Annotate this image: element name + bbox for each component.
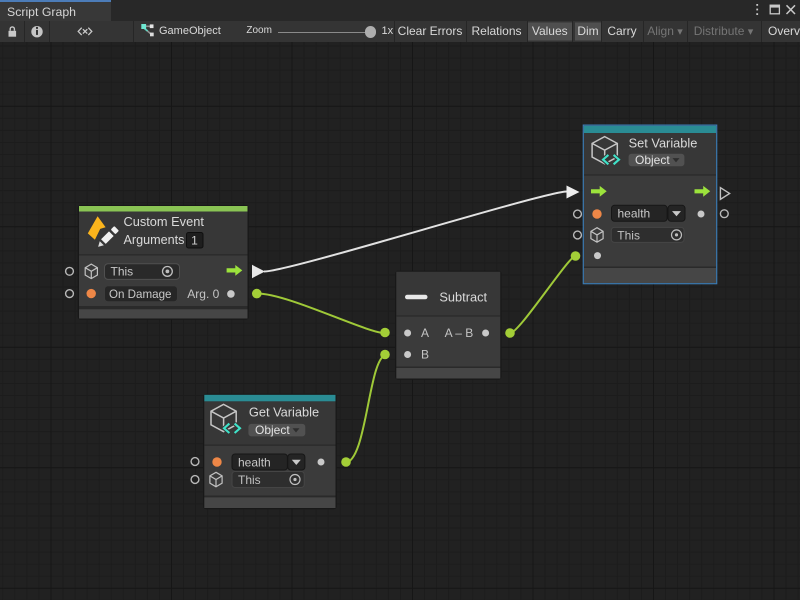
svg-text:This: This [617, 228, 640, 242]
svg-text:On Damage: On Damage [109, 288, 172, 301]
svg-text:This: This [111, 265, 134, 279]
svg-text:Object: Object [255, 423, 290, 437]
svg-text:Arguments: Arguments [124, 233, 185, 247]
svg-text:A – B: A – B [445, 326, 474, 340]
svg-text:This: This [238, 473, 261, 487]
svg-text:B: B [421, 348, 429, 362]
svg-text:Subtract: Subtract [439, 290, 487, 305]
svg-text:health: health [238, 455, 271, 469]
svg-text:Custom Event: Custom Event [124, 214, 205, 229]
svg-text:A: A [421, 326, 429, 340]
svg-text:health: health [618, 207, 651, 221]
svg-text:1: 1 [191, 233, 198, 247]
svg-text:Arg. 0: Arg. 0 [187, 287, 219, 301]
svg-text:Object: Object [635, 153, 670, 167]
svg-text:Set Variable: Set Variable [629, 136, 698, 151]
svg-text:Get Variable: Get Variable [249, 405, 319, 420]
